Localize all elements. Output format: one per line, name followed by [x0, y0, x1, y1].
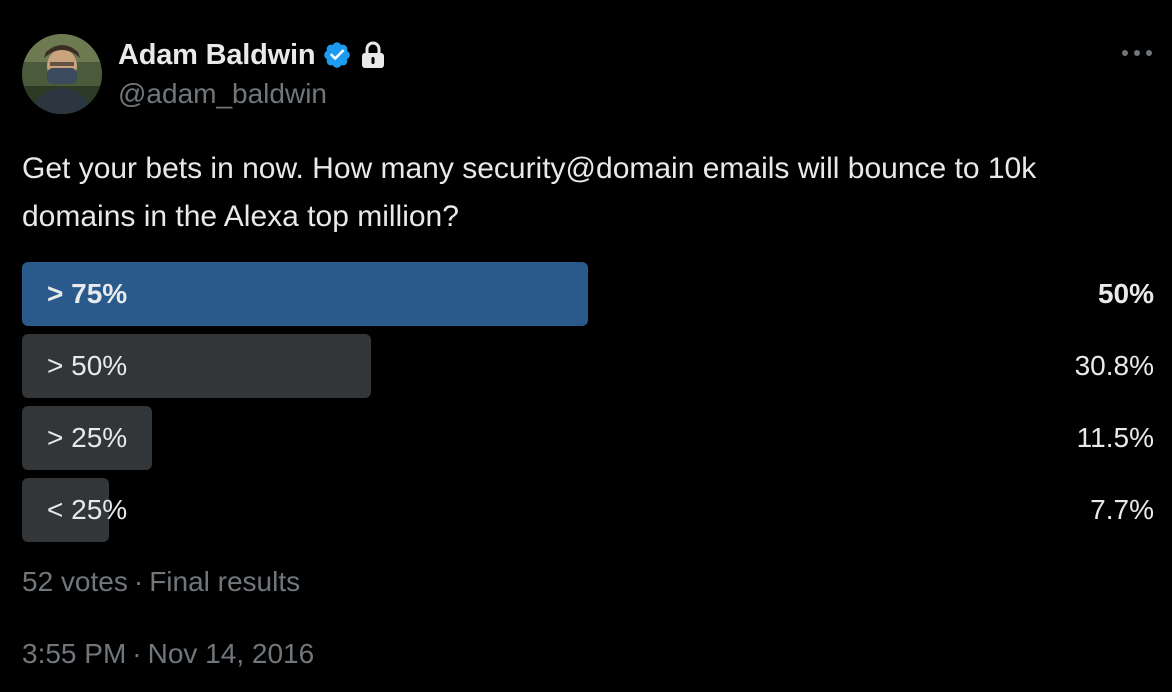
poll-option-label: > 25% — [47, 422, 128, 453]
tweet: Adam Baldwin @adam_baldwin Get your bets… — [0, 0, 1172, 692]
avatar[interactable] — [22, 34, 102, 114]
poll-option-percent: 50% — [1097, 278, 1154, 309]
poll-option-label: < 25% — [47, 494, 128, 525]
timestamp-time: 3:55 PM — [22, 638, 127, 669]
poll: > 75% 50% > 50% 30.8% > 25% 11.5% < 25% … — [22, 262, 1154, 550]
more-options-button[interactable] — [1120, 38, 1154, 68]
timestamp[interactable]: 3:55 PM · Nov 14, 2016 — [22, 638, 314, 670]
more-horizontal-icon — [1122, 50, 1152, 56]
display-name[interactable]: Adam Baldwin — [118, 39, 316, 72]
poll-status: Final results — [149, 566, 301, 597]
poll-vote-count: 52 votes — [22, 566, 128, 597]
separator-dot: · — [133, 566, 144, 597]
poll-option-percent: 7.7% — [1090, 494, 1154, 525]
verified-badge-icon — [322, 40, 352, 70]
poll-option-label: > 75% — [47, 278, 128, 309]
poll-option[interactable]: > 25% 11.5% — [22, 406, 1154, 470]
author-row: Adam Baldwin — [118, 36, 386, 74]
poll-option-label: > 50% — [47, 350, 128, 381]
poll-option[interactable]: > 75% 50% — [22, 262, 1154, 326]
lock-icon — [360, 41, 386, 69]
poll-option-percent: 30.8% — [1074, 350, 1154, 381]
tweet-text: Get your bets in now. How many security@… — [22, 152, 1037, 233]
author-handle[interactable]: @adam_baldwin — [118, 78, 327, 110]
poll-option[interactable]: < 25% 7.7% — [22, 478, 1154, 542]
poll-option-percent: 11.5% — [1076, 422, 1154, 453]
avatar-image — [22, 34, 102, 114]
timestamp-date: Nov 14, 2016 — [147, 638, 315, 669]
separator-dot: · — [132, 638, 142, 669]
poll-option[interactable]: > 50% 30.8% — [22, 334, 1154, 398]
poll-summary: 52 votes · Final results — [22, 566, 300, 598]
